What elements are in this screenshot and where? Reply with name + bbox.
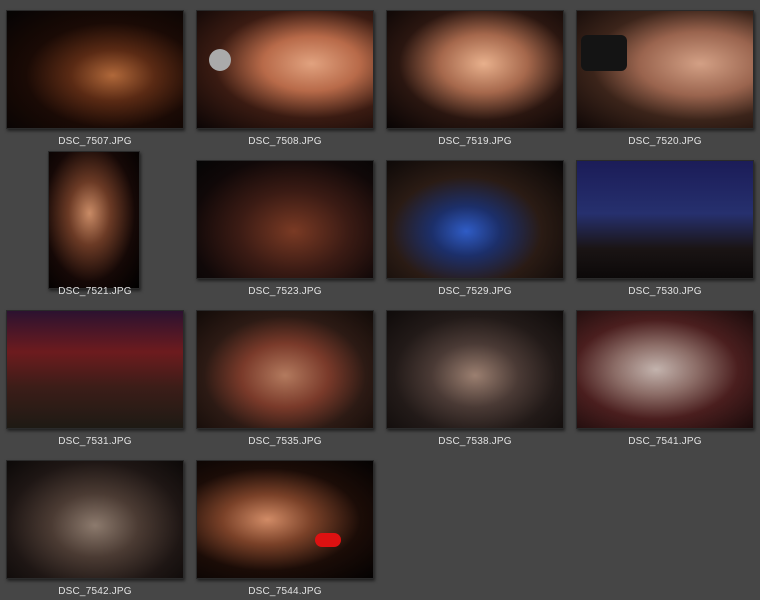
photo-thumbnail[interactable] <box>196 310 374 429</box>
file-name-label: DSC_7541.JPG <box>628 436 702 447</box>
gallery-item[interactable]: DSC_7520.JPG <box>570 0 760 150</box>
gallery-item[interactable]: DSC_7507.JPG <box>0 0 190 150</box>
file-name-label: DSC_7523.JPG <box>248 286 322 297</box>
photo-thumbnail[interactable] <box>6 460 184 579</box>
photo-thumbnail[interactable] <box>196 460 374 579</box>
thumbnail-gallery: DSC_7507.JPG DSC_7508.JPG DSC_7519.JPG D… <box>0 0 760 600</box>
gallery-item[interactable]: DSC_7544.JPG <box>190 450 380 600</box>
gallery-item[interactable]: DSC_7531.JPG <box>0 300 190 450</box>
file-name-label: DSC_7519.JPG <box>438 136 512 147</box>
gallery-item[interactable]: DSC_7542.JPG <box>0 450 190 600</box>
file-name-label: DSC_7535.JPG <box>248 436 322 447</box>
gallery-item[interactable]: DSC_7529.JPG <box>380 150 570 300</box>
file-name-label: DSC_7507.JPG <box>58 136 132 147</box>
gallery-item[interactable]: DSC_7523.JPG <box>190 150 380 300</box>
file-name-label: DSC_7538.JPG <box>438 436 512 447</box>
file-name-label: DSC_7544.JPG <box>248 586 322 597</box>
photo-thumbnail[interactable] <box>6 310 184 429</box>
file-name-label: DSC_7542.JPG <box>58 586 132 597</box>
photo-thumbnail[interactable] <box>196 10 374 129</box>
gallery-item[interactable]: DSC_7541.JPG <box>570 300 760 450</box>
gallery-item[interactable]: DSC_7508.JPG <box>190 0 380 150</box>
gallery-item[interactable]: DSC_7535.JPG <box>190 300 380 450</box>
photo-thumbnail[interactable] <box>386 10 564 129</box>
file-name-label: DSC_7529.JPG <box>438 286 512 297</box>
gallery-item[interactable]: DSC_7519.JPG <box>380 0 570 150</box>
photo-thumbnail[interactable] <box>6 10 184 129</box>
file-name-label: DSC_7531.JPG <box>58 436 132 447</box>
photo-thumbnail[interactable] <box>576 310 754 429</box>
photo-thumbnail[interactable] <box>196 160 374 279</box>
photo-thumbnail[interactable] <box>48 151 140 289</box>
file-name-label: DSC_7520.JPG <box>628 136 702 147</box>
gallery-item[interactable]: DSC_7538.JPG <box>380 300 570 450</box>
file-name-label: DSC_7530.JPG <box>628 286 702 297</box>
file-name-label: DSC_7521.JPG <box>58 286 132 297</box>
photo-thumbnail[interactable] <box>386 160 564 279</box>
photo-thumbnail[interactable] <box>576 10 754 129</box>
photo-thumbnail[interactable] <box>576 160 754 279</box>
gallery-item[interactable]: DSC_7521.JPG <box>0 150 190 300</box>
gallery-item[interactable]: DSC_7530.JPG <box>570 150 760 300</box>
photo-thumbnail[interactable] <box>386 310 564 429</box>
file-name-label: DSC_7508.JPG <box>248 136 322 147</box>
